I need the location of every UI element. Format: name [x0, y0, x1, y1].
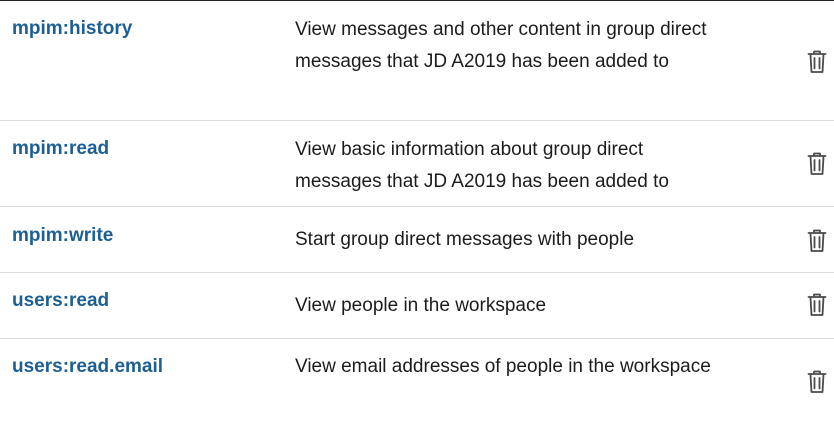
trash-icon: [807, 50, 827, 73]
scope-description: View people in the workspace: [295, 295, 547, 316]
scope-name: mpim:read: [12, 138, 110, 159]
scope-description: View email addresses of people in the wo…: [295, 356, 711, 377]
scope-name: mpim:history: [12, 18, 133, 39]
table-row: users:read.email View email addresses of…: [0, 339, 834, 421]
scope-name: mpim:write: [12, 225, 114, 246]
delete-scope-button[interactable]: [805, 292, 829, 318]
table-row: mpim:history View messages and other con…: [0, 1, 834, 121]
scope-description: View basic information about group direc…: [295, 139, 669, 192]
delete-scope-button[interactable]: [805, 49, 829, 75]
trash-icon: [807, 370, 827, 393]
delete-scope-button[interactable]: [805, 369, 829, 395]
trash-icon: [807, 152, 827, 175]
scope-name: users:read: [12, 290, 110, 311]
delete-scope-button[interactable]: [805, 151, 829, 177]
table-row: users:read View people in the workspace: [0, 273, 834, 339]
scope-description: Start group direct messages with people: [295, 229, 635, 250]
trash-icon: [807, 229, 827, 252]
scope-name: users:read.email: [12, 356, 164, 377]
trash-icon: [807, 293, 827, 316]
scope-description: View messages and other content in group…: [295, 19, 707, 72]
table-row: mpim:write Start group direct messages w…: [0, 207, 834, 273]
scopes-table: mpim:history View messages and other con…: [0, 0, 834, 421]
table-row: mpim:read View basic information about g…: [0, 121, 834, 207]
delete-scope-button[interactable]: [805, 228, 829, 254]
